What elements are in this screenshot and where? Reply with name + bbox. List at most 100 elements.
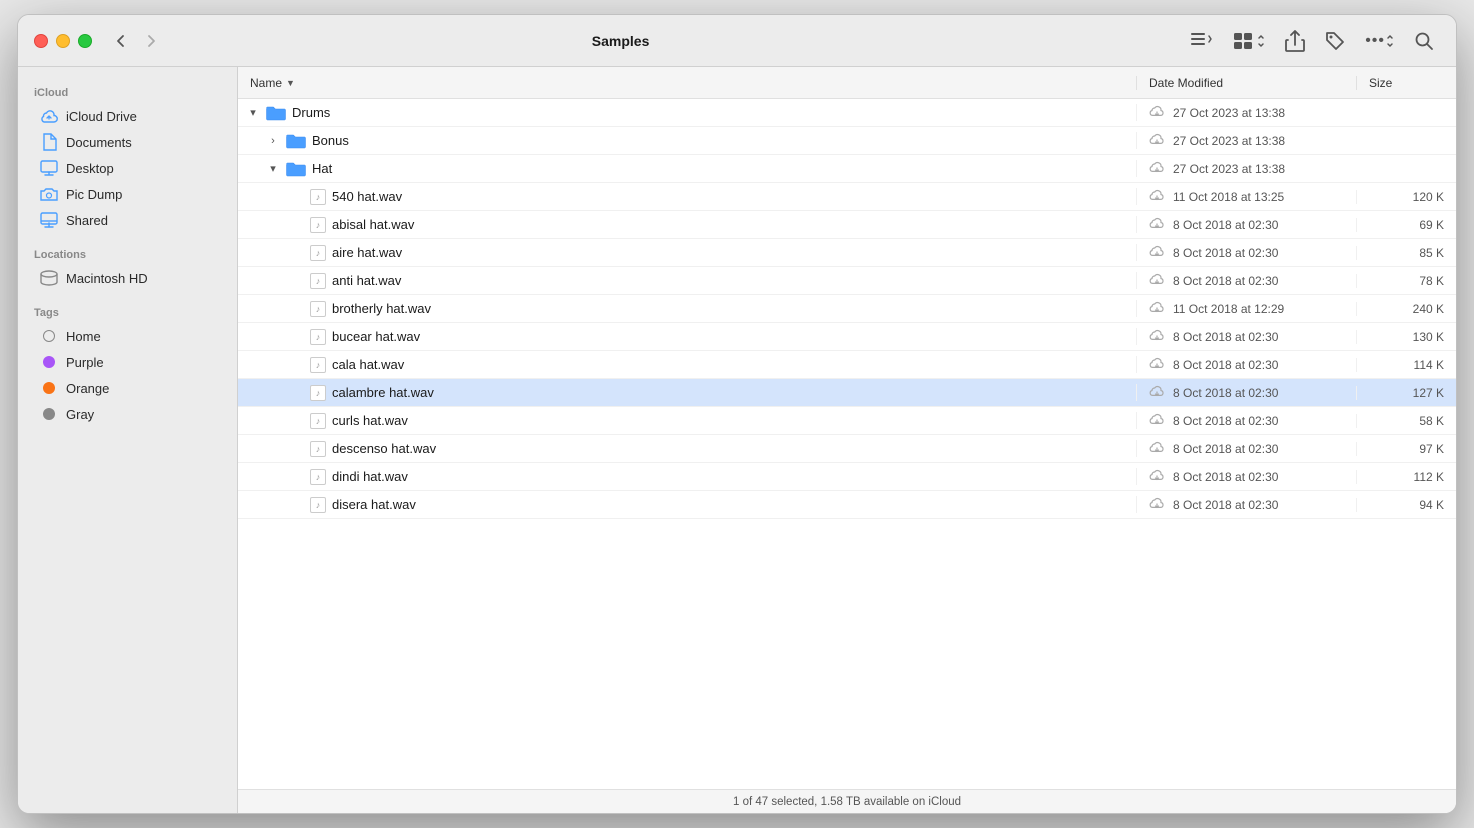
sidebar-item-desktop[interactable]: Desktop — [24, 155, 231, 181]
content-area: iCloud iCloud Drive — [18, 67, 1456, 813]
disclosure-button[interactable]: › — [266, 134, 280, 148]
file-name-label: aire hat.wav — [332, 245, 402, 260]
icloud-section-title: iCloud — [18, 79, 237, 103]
sidebar-item-tag-gray[interactable]: Gray — [24, 401, 231, 427]
cloud-download-icon — [1149, 132, 1165, 149]
file-date-label: 8 Oct 2018 at 02:30 — [1173, 414, 1278, 428]
sidebar-item-pic-dump[interactable]: Pic Dump — [24, 181, 231, 207]
file-name-cell: ♪abisal hat.wav — [238, 217, 1136, 233]
file-date-cell: 8 Oct 2018 at 02:30 — [1136, 216, 1356, 233]
file-row[interactable]: ♪descenso hat.wav8 Oct 2018 at 02:3097 K — [238, 435, 1456, 463]
file-name-label: disera hat.wav — [332, 497, 416, 512]
file-name-cell: ♪dindi hat.wav — [238, 469, 1136, 485]
file-size-cell: 112 K — [1356, 470, 1456, 484]
file-size-cell: 58 K — [1356, 414, 1456, 428]
file-date-label: 8 Oct 2018 at 02:30 — [1173, 470, 1278, 484]
name-column-header[interactable]: Name ▼ — [238, 76, 1136, 90]
shared-icon — [40, 211, 58, 229]
file-row[interactable]: ♪disera hat.wav8 Oct 2018 at 02:3094 K — [238, 491, 1456, 519]
file-date-cell: 8 Oct 2018 at 02:30 — [1136, 272, 1356, 289]
sidebar-item-tag-home[interactable]: Home — [24, 323, 231, 349]
file-date-label: 8 Oct 2018 at 02:30 — [1173, 358, 1278, 372]
file-date-cell: 27 Oct 2023 at 13:38 — [1136, 104, 1356, 121]
file-date-cell: 8 Oct 2018 at 02:30 — [1136, 356, 1356, 373]
file-row[interactable]: ♪bucear hat.wav8 Oct 2018 at 02:30130 K — [238, 323, 1456, 351]
share-button[interactable] — [1279, 26, 1311, 56]
tag-orange-icon — [40, 379, 58, 397]
sidebar-item-shared[interactable]: Shared — [24, 207, 231, 233]
cloud-download-icon — [1149, 356, 1165, 373]
file-date-label: 11 Oct 2018 at 13:25 — [1173, 190, 1284, 204]
file-name-cell: ♪ aire hat.wav — [238, 245, 1136, 261]
sidebar-item-tag-orange[interactable]: Orange — [24, 375, 231, 401]
file-row[interactable]: ▾Drums27 Oct 2023 at 13:38 — [238, 99, 1456, 127]
file-date-label: 8 Oct 2018 at 02:30 — [1173, 498, 1278, 512]
file-name-cell: ♪bucear hat.wav — [238, 329, 1136, 345]
window-title: Samples — [56, 33, 1185, 49]
file-row[interactable]: ♪brotherly hat.wav11 Oct 2018 at 12:2924… — [238, 295, 1456, 323]
file-date-cell: 8 Oct 2018 at 02:30 — [1136, 496, 1356, 513]
grid-view-button[interactable] — [1227, 28, 1271, 54]
close-button[interactable] — [34, 34, 48, 48]
file-row[interactable]: ▾Hat27 Oct 2023 at 13:38 — [238, 155, 1456, 183]
audio-file-icon: ♪ — [310, 273, 326, 289]
file-date-label: 8 Oct 2018 at 02:30 — [1173, 442, 1278, 456]
file-row[interactable]: ♪curls hat.wav8 Oct 2018 at 02:3058 K — [238, 407, 1456, 435]
sort-arrow: ▼ — [286, 78, 295, 88]
finder-window: Samples — [17, 14, 1457, 814]
locations-section-title: Locations — [18, 241, 237, 265]
status-text: 1 of 47 selected, 1.58 TB available on i… — [733, 796, 961, 808]
file-row[interactable]: ♪calambre hat.wav8 Oct 2018 at 02:30127 … — [238, 379, 1456, 407]
cloud-download-icon — [1149, 328, 1165, 345]
date-column-header[interactable]: Date Modified — [1136, 76, 1356, 90]
file-name-label: 540 hat.wav — [332, 189, 402, 204]
file-row[interactable]: ♪dindi hat.wav 8 Oct 2018 at 02:30 112 K — [238, 463, 1456, 491]
sidebar-item-tag-purple[interactable]: Purple — [24, 349, 231, 375]
file-size-cell: 97 K — [1356, 442, 1456, 456]
file-date-cell: 8 Oct 2018 at 02:30 — [1136, 328, 1356, 345]
audio-file-icon: ♪ — [310, 357, 326, 373]
disclosure-button[interactable]: ▾ — [246, 106, 260, 120]
more-options-button[interactable]: ••• — [1359, 28, 1400, 54]
file-date-label: 27 Oct 2023 at 13:38 — [1173, 162, 1285, 176]
audio-file-icon: ♪ — [310, 245, 326, 261]
documents-icon — [40, 133, 58, 151]
file-size-cell: 240 K — [1356, 302, 1456, 316]
folder-icon — [266, 105, 286, 121]
sidebar-item-documents[interactable]: Documents — [24, 129, 231, 155]
file-row[interactable]: ♪cala hat.wav8 Oct 2018 at 02:30114 K — [238, 351, 1456, 379]
file-name-label: Bonus — [312, 133, 349, 148]
cloud-download-icon — [1149, 244, 1165, 261]
file-name-cell: ♪brotherly hat.wav — [238, 301, 1136, 317]
main-pane: Name ▼ Date Modified Size ▾Drums27 Oct 2… — [238, 67, 1456, 813]
file-row[interactable]: ♪anti hat.wav8 Oct 2018 at 02:3078 K — [238, 267, 1456, 295]
sidebar-item-label: Desktop — [66, 161, 114, 176]
sidebar-item-label: Pic Dump — [66, 187, 122, 202]
file-row[interactable]: ♪540 hat.wav11 Oct 2018 at 13:25120 K — [238, 183, 1456, 211]
file-name-label: brotherly hat.wav — [332, 301, 431, 316]
file-date-cell: 27 Oct 2023 at 13:38 — [1136, 132, 1356, 149]
file-size-cell: 127 K — [1356, 386, 1456, 400]
file-date-label: 8 Oct 2018 at 02:30 — [1173, 330, 1278, 344]
list-sort-button[interactable] — [1185, 28, 1219, 54]
size-column-header[interactable]: Size — [1356, 76, 1456, 90]
sidebar-item-macintosh-hd[interactable]: Macintosh HD — [24, 265, 231, 291]
audio-file-icon: ♪ — [310, 441, 326, 457]
sidebar-item-label: Macintosh HD — [66, 271, 148, 286]
file-size-cell: 78 K — [1356, 274, 1456, 288]
file-name-label: abisal hat.wav — [332, 217, 414, 232]
sidebar-item-icloud-drive[interactable]: iCloud Drive — [24, 103, 231, 129]
disclosure-button[interactable]: ▾ — [266, 162, 280, 176]
file-row[interactable]: › Bonus 27 Oct 2023 at 13:38 — [238, 127, 1456, 155]
tag-button[interactable] — [1319, 27, 1351, 55]
file-name-label: cala hat.wav — [332, 357, 404, 372]
status-bar: 1 of 47 selected, 1.58 TB available on i… — [238, 789, 1456, 813]
file-row[interactable]: ♪abisal hat.wav8 Oct 2018 at 02:3069 K — [238, 211, 1456, 239]
drive-icon — [40, 269, 58, 287]
file-date-cell: 8 Oct 2018 at 02:30 — [1136, 384, 1356, 401]
folder-icon — [286, 133, 306, 149]
file-row[interactable]: ♪aire hat.wav8 Oct 2018 at 02:3085 K — [238, 239, 1456, 267]
sidebar-item-label: Documents — [66, 135, 132, 150]
search-button[interactable] — [1408, 27, 1440, 55]
file-name-cell: ♪calambre hat.wav — [238, 385, 1136, 401]
